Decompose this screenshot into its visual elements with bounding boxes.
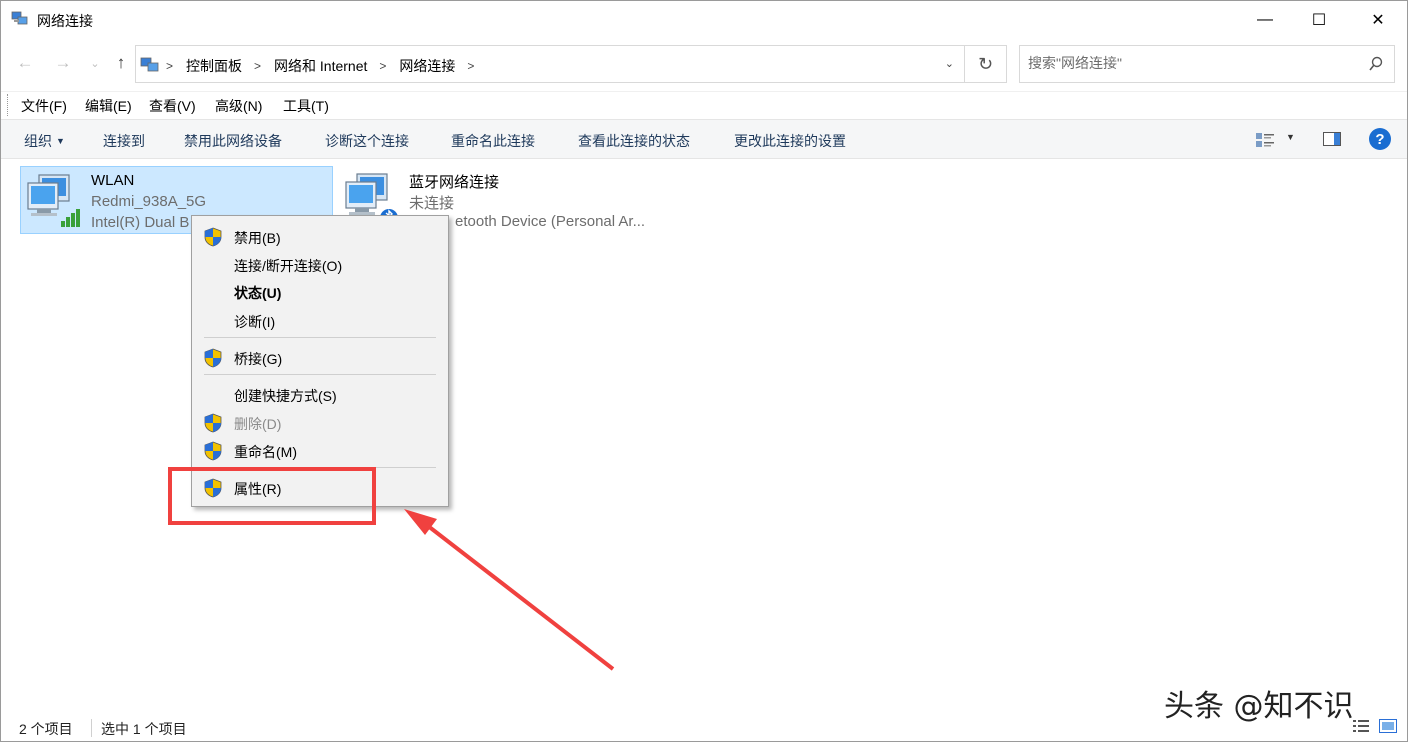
ctx-label: 连接/断开连接(O) [234,258,343,274]
navigation-row: ← → ⌄ ↑ > 控制面板 > 网络和 Internet > 网络连接 > ⌄… [1,41,1407,85]
breadcrumb-network-connections[interactable]: 网络连接 [399,56,455,76]
ctx-label: 重命名(M) [234,444,297,460]
network-connections-icon [11,11,28,25]
disable-device-button[interactable]: 禁用此网络设备 [184,131,282,151]
menu-view[interactable]: 查看(V) [149,96,196,116]
annotation-highlight-box [168,467,376,525]
recent-locations-chevron-icon[interactable]: ⌄ [83,51,107,75]
breadcrumb-network-internet[interactable]: 网络和 Internet [274,56,367,76]
maximize-button[interactable]: ☐ [1296,1,1342,39]
ctx-separator [204,337,436,338]
wireless-adapter-icon [27,174,80,227]
breadcrumb-separator-icon[interactable]: > [467,59,474,73]
view-status-button[interactable]: 查看此连接的状态 [578,131,690,151]
network-location-icon [140,57,159,72]
search-input[interactable] [1028,55,1358,71]
refresh-icon[interactable]: ↻ [965,45,1007,83]
help-icon[interactable]: ? [1369,128,1391,150]
connection-network: 未连接 [409,195,455,212]
up-arrow-icon[interactable]: ↑ [109,51,133,75]
connection-device: etooth Device (Personal Ar... [455,213,646,230]
breadcrumb-separator-icon[interactable]: > [166,59,173,73]
search-icon[interactable] [1368,55,1384,73]
command-bar: 组织 ▼ 连接到 禁用此网络设备 诊断这个连接 重命名此连接 查看此连接的状态 更… [1,119,1407,159]
ctx-status[interactable]: 状态(U) [192,278,448,304]
connection-name: 蓝牙网络连接 [409,174,500,191]
address-bar[interactable]: > 控制面板 > 网络和 Internet > 网络连接 > ⌄ [135,45,965,83]
ctx-label: 状态(U) [234,285,282,301]
status-divider [91,719,92,737]
breadcrumb: > 控制面板 > 网络和 Internet > 网络连接 > [166,56,487,76]
window-title: 网络连接 [37,13,93,29]
address-dropdown-chevron-icon[interactable]: ⌄ [945,57,954,70]
organize-label: 组织 [24,133,52,149]
ctx-rename[interactable]: 重命名(M) [192,437,448,463]
menu-tools[interactable]: 工具(T) [283,96,329,116]
preview-pane-icon[interactable] [1323,132,1341,146]
breadcrumb-separator-icon[interactable]: > [379,59,386,73]
ctx-label: 桥接(G) [234,351,283,367]
watermark: 头条 @知不识 [1164,689,1354,724]
item-count: 2 个项目 [19,721,73,737]
menu-file[interactable]: 文件(F) [21,96,67,116]
connect-to-button[interactable]: 连接到 [103,131,145,151]
uac-shield-icon [204,441,222,461]
minimize-button[interactable]: — [1242,1,1288,39]
ctx-separator [204,374,436,375]
ctx-label: 禁用(B) [234,230,281,246]
menu-grip [7,94,9,116]
large-icons-view-icon[interactable] [1379,719,1397,733]
ctx-disable[interactable]: 禁用(B) [192,223,448,249]
context-menu: 禁用(B) 连接/断开连接(O) 状态(U) 诊断(I) 桥接(G) 创建快捷方… [191,215,449,507]
breadcrumb-control-panel[interactable]: 控制面板 [186,56,242,76]
ctx-label: 创建快捷方式(S) [234,388,337,404]
ctx-diagnose[interactable]: 诊断(I) [192,307,448,333]
connection-name: WLAN [91,172,135,189]
ctx-connect-disconnect[interactable]: 连接/断开连接(O) [192,251,448,277]
search-box[interactable] [1019,45,1395,83]
back-arrow-icon[interactable]: ← [13,51,37,75]
change-settings-button[interactable]: 更改此连接的设置 [734,131,846,151]
forward-arrow-icon[interactable]: → [51,51,75,75]
connection-device: Intel(R) Dual B [91,214,190,231]
menu-advanced[interactable]: 高级(N) [215,96,262,116]
connection-network: Redmi_938A_5G [91,193,207,210]
uac-shield-icon [204,413,222,433]
ctx-delete[interactable]: 删除(D) [192,409,448,435]
uac-shield-icon [204,227,222,247]
details-view-icon[interactable] [1353,719,1369,733]
explorer-window: 网络连接 — ☐ ✕ ← → ⌄ ↑ > 控制面板 > 网络和 Internet… [0,0,1408,742]
ctx-bridge[interactable]: 桥接(G) [192,344,448,370]
view-options-caret-icon[interactable]: ▼ [1286,132,1295,142]
ctx-label: 诊断(I) [234,314,276,330]
rename-button[interactable]: 重命名此连接 [451,131,535,151]
close-button[interactable]: ✕ [1355,1,1401,39]
ctx-label: 删除(D) [234,416,282,432]
ctx-create-shortcut[interactable]: 创建快捷方式(S) [192,381,448,407]
title-bar: 网络连接 — ☐ ✕ [1,1,1407,39]
breadcrumb-separator-icon[interactable]: > [254,59,261,73]
uac-shield-icon [204,348,222,368]
menu-bar: 文件(F) 编辑(E) 查看(V) 高级(N) 工具(T) [1,91,1407,117]
diagnose-button[interactable]: 诊断这个连接 [325,131,409,151]
change-view-icon[interactable] [1255,131,1275,149]
menu-edit[interactable]: 编辑(E) [85,96,132,116]
organize-button[interactable]: 组织 ▼ [24,131,65,151]
caret-down-icon: ▼ [56,136,65,146]
selection-count: 选中 1 个项目 [101,721,187,737]
